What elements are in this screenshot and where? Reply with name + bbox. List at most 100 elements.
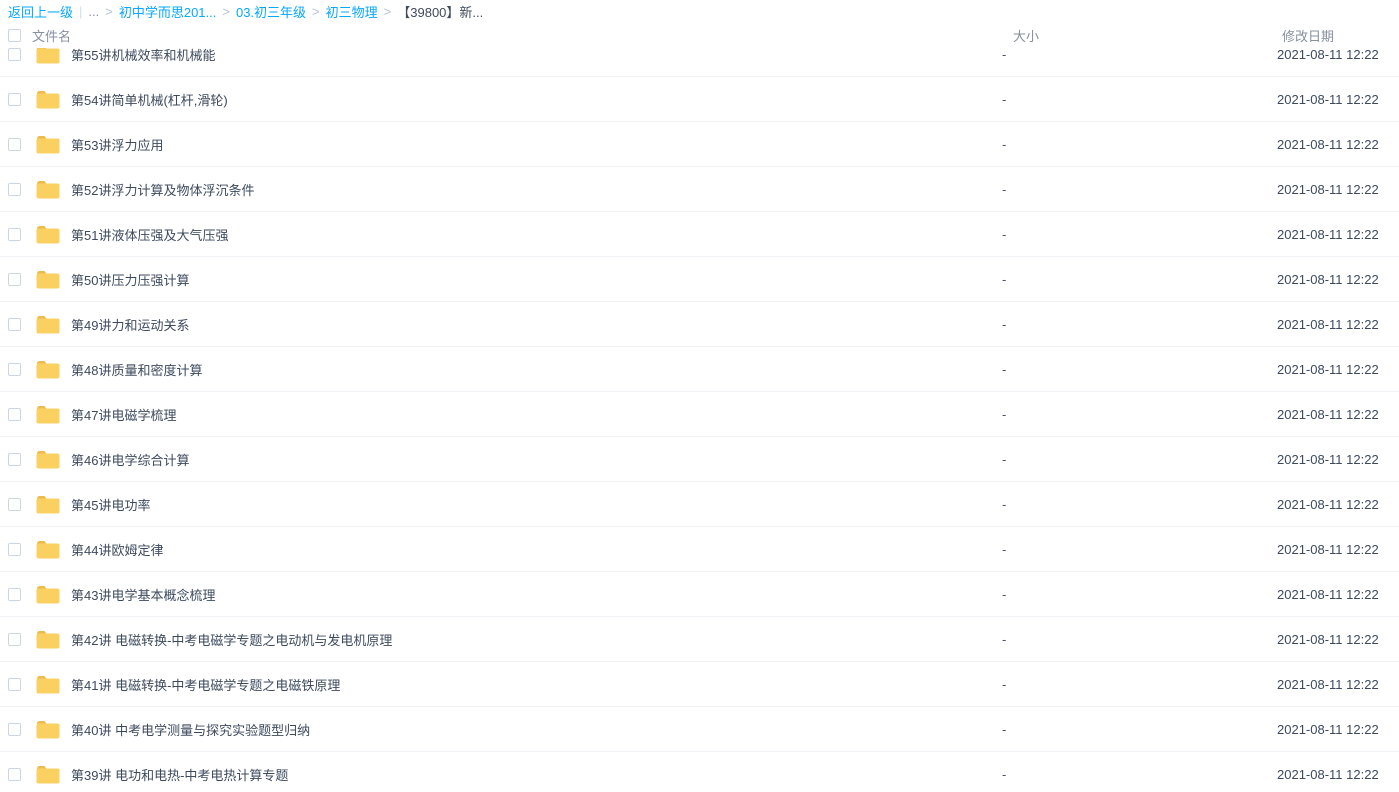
- folder-icon: [36, 765, 60, 784]
- breadcrumb-link-1[interactable]: 初中学而思201...: [119, 2, 217, 21]
- table-row[interactable]: 第54讲简单机械(杠杆,滑轮) - 2021-08-11 12:22: [0, 77, 1399, 122]
- file-size: -: [1002, 542, 1277, 557]
- file-size: -: [1002, 632, 1277, 647]
- row-checkbox[interactable]: [8, 633, 21, 646]
- file-name[interactable]: 第45讲电功率: [71, 495, 1002, 514]
- row-checkbox[interactable]: [8, 228, 21, 241]
- table-row[interactable]: 第42讲 电磁转换-中考电磁学专题之电动机与发电机原理 - 2021-08-11…: [0, 617, 1399, 662]
- file-size: -: [1002, 722, 1277, 737]
- file-name[interactable]: 第52讲浮力计算及物体浮沉条件: [71, 180, 1002, 199]
- file-size: -: [1002, 182, 1277, 197]
- file-size: -: [1002, 137, 1277, 152]
- row-checkbox[interactable]: [8, 408, 21, 421]
- file-date: 2021-08-11 12:22: [1277, 362, 1399, 377]
- file-size: -: [1002, 452, 1277, 467]
- row-checkbox[interactable]: [8, 318, 21, 331]
- file-name[interactable]: 第44讲欧姆定律: [71, 540, 1002, 559]
- row-checkbox[interactable]: [8, 93, 21, 106]
- file-list: 第55讲机械效率和机械能 - 2021-08-11 12:22 第54讲简单机械…: [0, 48, 1399, 792]
- file-date: 2021-08-11 12:22: [1277, 587, 1399, 602]
- file-name[interactable]: 第54讲简单机械(杠杆,滑轮): [71, 90, 1002, 109]
- file-name[interactable]: 第51讲液体压强及大气压强: [71, 225, 1002, 244]
- file-name[interactable]: 第42讲 电磁转换-中考电磁学专题之电动机与发电机原理: [71, 630, 1002, 649]
- file-date: 2021-08-11 12:22: [1277, 227, 1399, 242]
- table-row[interactable]: 第55讲机械效率和机械能 - 2021-08-11 12:22: [0, 48, 1399, 77]
- table-row[interactable]: 第50讲压力压强计算 - 2021-08-11 12:22: [0, 257, 1399, 302]
- file-date: 2021-08-11 12:22: [1277, 182, 1399, 197]
- row-checkbox[interactable]: [8, 183, 21, 196]
- file-name[interactable]: 第40讲 中考电学测量与探究实验题型归纳: [71, 720, 1002, 739]
- row-checkbox[interactable]: [8, 723, 21, 736]
- column-header-size[interactable]: 大小: [1002, 26, 1277, 45]
- table-row[interactable]: 第52讲浮力计算及物体浮沉条件 - 2021-08-11 12:22: [0, 167, 1399, 212]
- folder-icon: [36, 495, 60, 514]
- table-row[interactable]: 第40讲 中考电学测量与探究实验题型归纳 - 2021-08-11 12:22: [0, 707, 1399, 752]
- row-checkbox[interactable]: [8, 768, 21, 781]
- folder-icon: [36, 48, 60, 64]
- file-date: 2021-08-11 12:22: [1277, 137, 1399, 152]
- column-header-filename[interactable]: 文件名: [32, 26, 1002, 45]
- folder-icon: [36, 135, 60, 154]
- breadcrumb-link-3[interactable]: 初三物理: [326, 2, 378, 21]
- file-date: 2021-08-11 12:22: [1277, 497, 1399, 512]
- folder-icon: [36, 180, 60, 199]
- breadcrumb-ellipsis[interactable]: ...: [88, 4, 99, 19]
- folder-icon: [36, 315, 60, 334]
- table-row[interactable]: 第45讲电功率 - 2021-08-11 12:22: [0, 482, 1399, 527]
- chevron-right-icon: >: [222, 4, 230, 19]
- table-row[interactable]: 第49讲力和运动关系 - 2021-08-11 12:22: [0, 302, 1399, 347]
- folder-icon: [36, 585, 60, 604]
- file-date: 2021-08-11 12:22: [1277, 48, 1399, 62]
- table-row[interactable]: 第47讲电磁学梳理 - 2021-08-11 12:22: [0, 392, 1399, 437]
- file-date: 2021-08-11 12:22: [1277, 272, 1399, 287]
- folder-icon: [36, 720, 60, 739]
- file-name[interactable]: 第49讲力和运动关系: [71, 315, 1002, 334]
- file-name[interactable]: 第53讲浮力应用: [71, 135, 1002, 154]
- row-checkbox[interactable]: [8, 543, 21, 556]
- file-name[interactable]: 第47讲电磁学梳理: [71, 405, 1002, 424]
- file-name[interactable]: 第48讲质量和密度计算: [71, 360, 1002, 379]
- select-all-checkbox[interactable]: [8, 29, 21, 42]
- file-date: 2021-08-11 12:22: [1277, 452, 1399, 467]
- row-checkbox[interactable]: [8, 273, 21, 286]
- breadcrumb-pipe-divider: |: [79, 4, 82, 19]
- column-header-modified-date[interactable]: 修改日期: [1277, 26, 1399, 45]
- table-row[interactable]: 第41讲 电磁转换-中考电磁学专题之电磁铁原理 - 2021-08-11 12:…: [0, 662, 1399, 707]
- file-name[interactable]: 第46讲电学综合计算: [71, 450, 1002, 469]
- file-size: -: [1002, 48, 1277, 62]
- row-checkbox[interactable]: [8, 588, 21, 601]
- file-name[interactable]: 第50讲压力压强计算: [71, 270, 1002, 289]
- file-name[interactable]: 第41讲 电磁转换-中考电磁学专题之电磁铁原理: [71, 675, 1002, 694]
- breadcrumb-back-link[interactable]: 返回上一级: [8, 2, 73, 21]
- table-row[interactable]: 第53讲浮力应用 - 2021-08-11 12:22: [0, 122, 1399, 167]
- table-row[interactable]: 第51讲液体压强及大气压强 - 2021-08-11 12:22: [0, 212, 1399, 257]
- file-date: 2021-08-11 12:22: [1277, 722, 1399, 737]
- file-date: 2021-08-11 12:22: [1277, 677, 1399, 692]
- folder-icon: [36, 90, 60, 109]
- table-row[interactable]: 第43讲电学基本概念梳理 - 2021-08-11 12:22: [0, 572, 1399, 617]
- table-row[interactable]: 第39讲 电功和电热-中考电热计算专题 - 2021-08-11 12:22: [0, 752, 1399, 792]
- table-header: 文件名 大小 修改日期: [0, 22, 1399, 48]
- folder-icon: [36, 360, 60, 379]
- file-size: -: [1002, 317, 1277, 332]
- folder-icon: [36, 540, 60, 559]
- file-date: 2021-08-11 12:22: [1277, 542, 1399, 557]
- folder-icon: [36, 405, 60, 424]
- row-checkbox[interactable]: [8, 678, 21, 691]
- file-name[interactable]: 第55讲机械效率和机械能: [71, 48, 1002, 64]
- row-checkbox[interactable]: [8, 138, 21, 151]
- row-checkbox[interactable]: [8, 453, 21, 466]
- file-date: 2021-08-11 12:22: [1277, 407, 1399, 422]
- table-row[interactable]: 第48讲质量和密度计算 - 2021-08-11 12:22: [0, 347, 1399, 392]
- table-row[interactable]: 第44讲欧姆定律 - 2021-08-11 12:22: [0, 527, 1399, 572]
- table-row[interactable]: 第46讲电学综合计算 - 2021-08-11 12:22: [0, 437, 1399, 482]
- row-checkbox[interactable]: [8, 363, 21, 376]
- row-checkbox[interactable]: [8, 498, 21, 511]
- breadcrumb-link-2[interactable]: 03.初三年级: [236, 2, 306, 21]
- folder-icon: [36, 675, 60, 694]
- file-size: -: [1002, 587, 1277, 602]
- file-date: 2021-08-11 12:22: [1277, 632, 1399, 647]
- row-checkbox[interactable]: [8, 48, 21, 61]
- file-name[interactable]: 第43讲电学基本概念梳理: [71, 585, 1002, 604]
- file-name[interactable]: 第39讲 电功和电热-中考电热计算专题: [71, 765, 1002, 784]
